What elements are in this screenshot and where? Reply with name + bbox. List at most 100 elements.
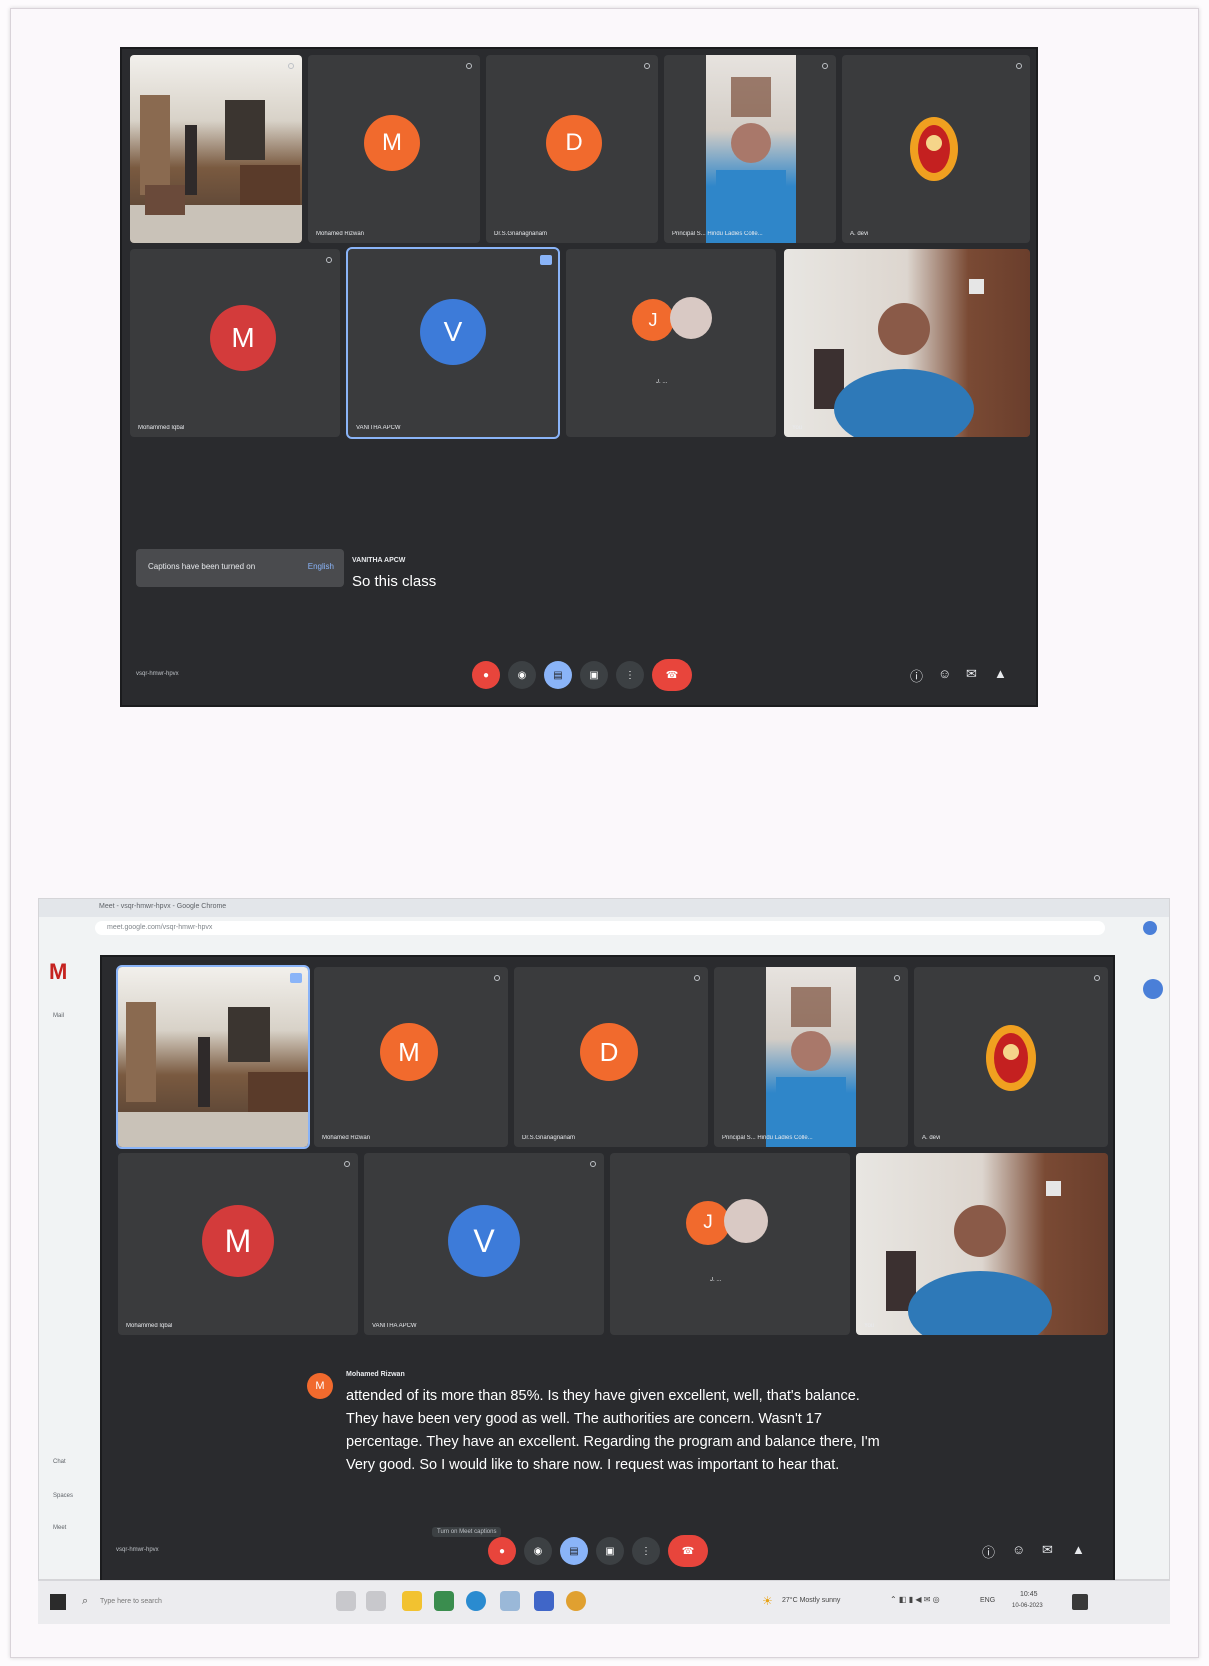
- deity-image: [986, 1025, 1036, 1091]
- participant-name: You: [792, 425, 803, 431]
- camera-button[interactable]: ◉: [508, 661, 536, 689]
- more-options-button[interactable]: ⋮: [632, 1537, 660, 1565]
- people-icon[interactable]: ☺: [938, 666, 951, 681]
- address-bar[interactable]: meet.google.com/vsqr-hmwr-hpvx: [95, 921, 1105, 935]
- avatar: J: [632, 299, 674, 341]
- tile-participant[interactable]: J J. ...: [610, 1153, 850, 1335]
- avatar: D: [546, 115, 602, 171]
- tile-mic-indicator: [644, 63, 650, 69]
- person-silhouette: [716, 77, 786, 243]
- meeting-code: vsqr-hmwr-hpvx: [136, 671, 179, 677]
- app-icon[interactable]: [434, 1591, 454, 1611]
- chat-icon[interactable]: ✉: [966, 666, 977, 682]
- caption-language-button[interactable]: English: [308, 562, 334, 571]
- avatar-photo: [724, 1199, 768, 1243]
- start-icon[interactable]: [50, 1594, 66, 1610]
- present-button[interactable]: ▣: [596, 1537, 624, 1565]
- person-video: [706, 55, 796, 243]
- store-icon[interactable]: [534, 1591, 554, 1611]
- sidebar-item-mail[interactable]: Mail: [53, 1013, 64, 1019]
- more-options-button[interactable]: ⋮: [616, 661, 644, 689]
- tile-participant[interactable]: Principal S... Hindu Ladies Colle...: [664, 55, 836, 243]
- edge-icon[interactable]: [466, 1591, 486, 1611]
- caption-text: attended of its more than 85%. Is they h…: [346, 1388, 880, 1473]
- tile-participant[interactable]: V VANITHA APCW: [364, 1153, 604, 1335]
- task-view-icon[interactable]: [336, 1591, 356, 1611]
- gmail-sidebar: M Mail Chat Spaces Meet: [43, 959, 91, 1559]
- leave-call-button[interactable]: ☎: [652, 659, 692, 691]
- tile-self-view[interactable]: You: [784, 249, 1030, 437]
- top-meet-window: M Mohamed Rizwan D Dr.S.Gnanagnanam Prin…: [120, 47, 1038, 707]
- participant-name: J. ...: [710, 1277, 722, 1283]
- tile-participant[interactable]: A. devi: [914, 967, 1108, 1147]
- extension-icon[interactable]: [1143, 921, 1157, 935]
- file-explorer-icon[interactable]: [402, 1591, 422, 1611]
- captions-button[interactable]: ▤: [544, 661, 572, 689]
- snackbar-text: Captions have been turned on: [148, 562, 256, 571]
- speaking-icon: [540, 255, 552, 265]
- tile-active-speaker[interactable]: V VANITHA APCW: [346, 247, 560, 439]
- present-button[interactable]: ▣: [580, 661, 608, 689]
- captions-button[interactable]: ▤: [560, 1537, 588, 1565]
- search-box[interactable]: ⌕ Type here to search: [78, 1589, 278, 1617]
- mail-icon[interactable]: [500, 1591, 520, 1611]
- mic-off-button[interactable]: ●: [488, 1537, 516, 1565]
- tile-participant[interactable]: Principal S... Hindu Ladies Colle...: [714, 967, 908, 1147]
- sidebar-item-chat[interactable]: Chat: [53, 1459, 66, 1465]
- caption-speaker: Mohamed Rizwan: [346, 1371, 405, 1378]
- sidebar-item-spaces[interactable]: Spaces: [53, 1493, 73, 1499]
- tile-room-video[interactable]: [130, 55, 302, 243]
- participant-name: VANITHA APCW: [356, 425, 401, 431]
- people-icon[interactable]: ☺: [1012, 1542, 1025, 1557]
- search-placeholder: Type here to search: [100, 1598, 162, 1605]
- participant-name: Mohamed Rizwan: [316, 231, 365, 237]
- speaking-icon: [290, 973, 302, 983]
- bottom-meet-window: M Mohamed Rizwan D Dr.S.Gnanagnanam Prin…: [100, 955, 1115, 1583]
- tile-participant[interactable]: D Dr.S.Gnanagnanam: [486, 55, 658, 243]
- room-scene: [130, 95, 302, 243]
- clock-time[interactable]: 10:45: [1020, 1591, 1038, 1598]
- chrome-icon[interactable]: [566, 1591, 586, 1611]
- gmail-logo-icon: M: [49, 959, 68, 984]
- clock-date[interactable]: 10-06-2023: [1012, 1603, 1043, 1609]
- avatar: M: [380, 1023, 438, 1081]
- weather-text[interactable]: 27°C Mostly sunny: [782, 1597, 840, 1604]
- tile-participant[interactable]: J J. ...: [566, 249, 776, 437]
- weather-icon: ☀: [762, 1594, 773, 1608]
- participant-name: Dr.S.Gnanagnanam: [494, 231, 548, 237]
- browser-title: Meet - vsqr-hmwr-hpvx - Google Chrome: [99, 903, 227, 910]
- activities-icon[interactable]: ▲: [1072, 1542, 1085, 1557]
- tile-participant[interactable]: M Mohamed Rizwan: [314, 967, 508, 1147]
- browser-title-bar: Meet - vsqr-hmwr-hpvx - Google Chrome: [39, 899, 1169, 917]
- mic-off-button[interactable]: ●: [472, 661, 500, 689]
- avatar: M: [202, 1205, 274, 1277]
- leave-call-button[interactable]: ☎: [668, 1535, 708, 1567]
- camera-button[interactable]: ◉: [524, 1537, 552, 1565]
- person-silhouette: [886, 1181, 1061, 1335]
- meeting-code: vsqr-hmwr-hpvx: [116, 1547, 159, 1553]
- participant-name: Mohammed Iqbal: [126, 1323, 173, 1329]
- info-icon[interactable]: ⓘ: [982, 1542, 995, 1561]
- tile-participant[interactable]: M Mohammed Iqbal: [118, 1153, 358, 1335]
- notifications-icon[interactable]: [1072, 1594, 1088, 1610]
- tile-participant[interactable]: M Mohamed Rizwan: [308, 55, 480, 243]
- tile-mic-indicator: [466, 63, 472, 69]
- sidebar-item-meet[interactable]: Meet: [53, 1525, 66, 1531]
- tile-participant[interactable]: D Dr.S.Gnanagnanam: [514, 967, 708, 1147]
- tile-self-view[interactable]: You: [856, 1153, 1108, 1335]
- participant-name: A. devi: [922, 1135, 941, 1141]
- side-panel-icon[interactable]: [1143, 979, 1163, 999]
- activities-icon[interactable]: ▲: [994, 666, 1007, 681]
- tray-icons[interactable]: ⌃ ◧ ▮ ◀ ✉ ◎: [890, 1595, 940, 1604]
- avatar: M: [364, 115, 420, 171]
- chat-icon[interactable]: ✉: [1042, 1542, 1053, 1558]
- info-icon[interactable]: ⓘ: [910, 666, 923, 685]
- room-scene: [118, 1002, 308, 1147]
- tile-room-video[interactable]: [116, 965, 310, 1149]
- tile-participant[interactable]: A. devi: [842, 55, 1030, 243]
- tile-participant[interactable]: M Mohammed Iqbal: [130, 249, 340, 437]
- language-indicator[interactable]: ENG: [980, 1597, 995, 1604]
- widgets-icon[interactable]: [366, 1591, 386, 1611]
- avatar: D: [580, 1023, 638, 1081]
- caption-speaker: VANITHA APCW: [352, 557, 406, 564]
